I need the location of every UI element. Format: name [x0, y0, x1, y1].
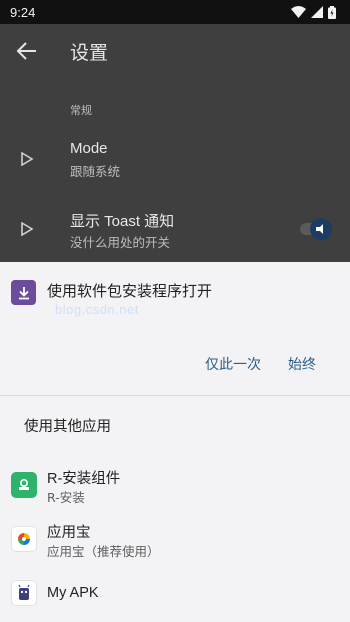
notification-icon	[316, 224, 323, 234]
divider	[0, 395, 350, 396]
back-arrow-icon[interactable]	[16, 40, 38, 62]
package-installer-icon	[11, 280, 36, 305]
app-name[interactable]: R-安装组件	[47, 467, 120, 488]
signal-icon	[311, 6, 323, 18]
always-button[interactable]: 始终	[288, 354, 316, 374]
status-time: 9:24	[10, 4, 36, 20]
mode-setting-title[interactable]: Mode	[70, 140, 108, 157]
page-title: 设置	[70, 42, 109, 64]
app-name[interactable]: 应用宝	[47, 521, 91, 542]
download-icon	[18, 286, 29, 299]
installer-glyph-icon	[19, 478, 29, 490]
app-name[interactable]: My APK	[47, 585, 99, 601]
wifi-icon	[291, 6, 306, 18]
status-bar: 9:24	[0, 0, 350, 24]
sheet-title: 使用软件包安装程序打开	[47, 282, 213, 300]
toast-setting-subtitle: 没什么用处的开关	[70, 235, 171, 250]
play-icon	[21, 222, 34, 236]
app-subtitle: R-安装	[47, 490, 85, 505]
app-subtitle: 应用宝（推荐使用）	[47, 544, 160, 559]
toast-toggle[interactable]	[300, 218, 332, 240]
just-once-button[interactable]: 仅此一次	[205, 354, 261, 374]
toggle-knob	[310, 218, 332, 240]
pinwheel-icon	[18, 533, 30, 545]
status-icons	[291, 5, 336, 19]
settings-page: 设置 常规 Mode 跟随系统 显示 Toast 通知 没什么用处的开关	[0, 24, 350, 262]
open-with-sheet: 使用软件包安装程序打开 blog.csdn.net 仅此一次 始终 使用其他应用…	[0, 262, 350, 622]
toast-setting-title[interactable]: 显示 Toast 通知	[70, 210, 174, 231]
watermark: blog.csdn.net	[55, 302, 139, 317]
battery-icon	[328, 5, 336, 19]
my-apk-app-icon[interactable]	[11, 580, 37, 606]
android-robot-icon	[18, 584, 30, 600]
play-icon	[21, 152, 34, 166]
other-apps-title: 使用其他应用	[24, 419, 111, 435]
yingyongbao-app-icon[interactable]	[11, 526, 37, 552]
section-label: 常规	[70, 104, 92, 117]
r-installer-app-icon[interactable]	[11, 472, 37, 498]
mode-setting-value: 跟随系统	[70, 164, 121, 179]
